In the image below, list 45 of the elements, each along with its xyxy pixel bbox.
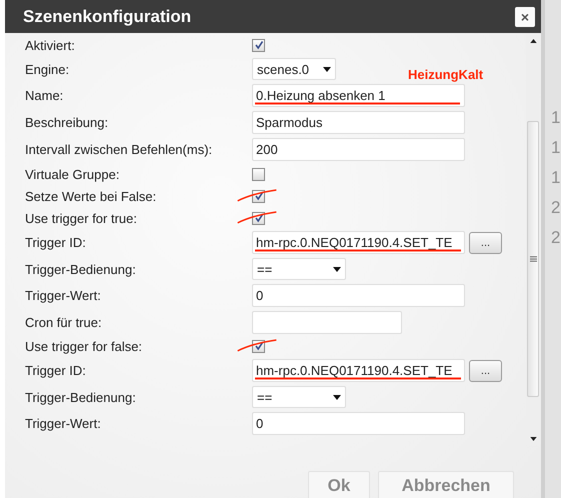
input-field[interactable]: 0 (252, 412, 465, 435)
field-label: Intervall zwischen Befehlen(ms): (25, 142, 214, 157)
dropdown[interactable]: == (252, 386, 346, 408)
input-field[interactable]: 200 (252, 138, 465, 161)
field-label: Use trigger for false: (25, 338, 144, 354)
checkbox[interactable] (252, 38, 265, 52)
input-field[interactable]: Sparmodus (252, 111, 465, 134)
input-field[interactable]: hm-rpc.0.NEQ0171190.4.SET_TE (252, 359, 465, 382)
annotation-text: HeizungKalt (408, 67, 484, 82)
field-label: Setze Werte bei False: (25, 188, 158, 204)
field-label: Use trigger for true: (25, 210, 138, 226)
field-label: Trigger-Bedienung: (25, 262, 137, 276)
background-text: 1 (551, 168, 561, 189)
field-label: Virtuale Gruppe: (25, 166, 120, 182)
caret-icon (333, 394, 341, 400)
field-label: Name: (25, 88, 64, 103)
input-field[interactable]: hm-rpc.0.NEQ0171190.4.SET_TE (252, 231, 465, 254)
checkbox[interactable] (252, 168, 265, 180)
background-text: 2 (551, 198, 561, 219)
input-field[interactable]: 0 (252, 284, 465, 307)
background-text: 2 (551, 228, 561, 249)
scroll-thumb[interactable] (527, 121, 539, 397)
dropdown[interactable]: == (252, 258, 346, 280)
browse-button[interactable]: ... (469, 232, 502, 254)
field-label: Cron für true: (25, 314, 103, 330)
field-label: Trigger-Bedienung: (25, 390, 137, 404)
scroll-down-icon[interactable] (530, 437, 536, 441)
field-label: Trigger ID: (25, 235, 87, 250)
background-text: 1 (551, 138, 561, 159)
dropdown[interactable]: scenes.0 (252, 58, 336, 80)
caret-icon (333, 266, 341, 272)
scroll-up-icon[interactable] (530, 39, 536, 43)
background-text: 1 (551, 108, 561, 129)
close-button[interactable]: × (515, 6, 535, 26)
input-field[interactable] (252, 310, 402, 334)
field-label: Beschreibung: (25, 115, 110, 130)
field-label: Engine: (25, 62, 70, 76)
field-label: Aktiviert: (25, 38, 76, 52)
field-label: Trigger-Wert: (25, 416, 102, 431)
caret-icon (323, 66, 331, 72)
browse-button[interactable]: ... (469, 360, 502, 382)
field-label: Trigger ID: (25, 363, 87, 378)
window-title: Szenenkonfiguration (23, 6, 192, 26)
field-label: Trigger-Wert: (25, 288, 102, 303)
input-field[interactable]: 0.Heizung absenken 1 (252, 84, 465, 107)
